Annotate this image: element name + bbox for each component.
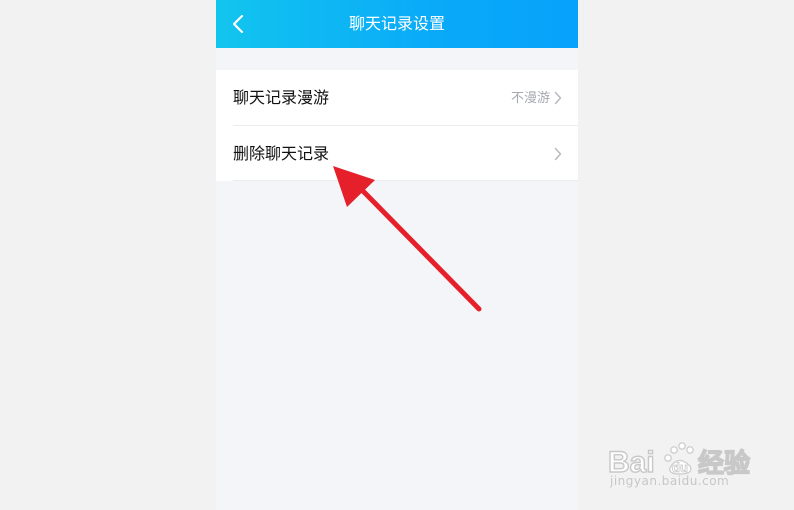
chat-roaming-row[interactable]: 聊天记录漫游 不漫游 — [216, 70, 578, 126]
watermark-url: jingyan.baidu.com — [610, 474, 730, 488]
chevron-right-icon — [554, 91, 562, 105]
divider — [233, 180, 578, 181]
chevron-right-icon — [554, 147, 562, 161]
delete-chat-history-label: 删除聊天记录 — [233, 144, 330, 163]
baidu-jingyan-logo: Bai du 经验 — [608, 442, 751, 478]
chat-roaming-value: 不漫游 — [510, 91, 550, 106]
chat-roaming-label: 聊天记录漫游 — [233, 88, 330, 107]
settings-list: 聊天记录漫游 不漫游 删除聊天记录 — [216, 70, 578, 181]
title-bar: 聊天记录设置 — [216, 0, 578, 48]
delete-chat-history-row[interactable]: 删除聊天记录 — [216, 126, 578, 181]
baidu-watermark: Bai du 经验 jingyan.baidu.com — [608, 420, 758, 500]
phone-screen: 聊天记录设置 聊天记录漫游 不漫游 删除聊天记录 — [216, 0, 578, 510]
page-title: 聊天记录设置 — [348, 14, 445, 33]
svg-text:du: du — [672, 460, 688, 475]
